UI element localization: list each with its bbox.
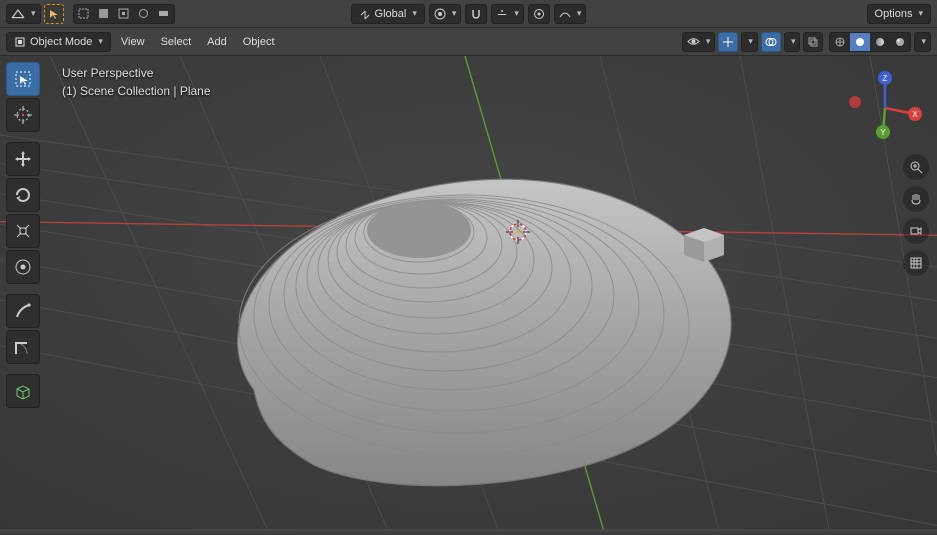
navigation-gizmo[interactable]: X Z Y — [845, 68, 925, 148]
add-cube-tool[interactable] — [6, 374, 40, 408]
select-tweak-icon[interactable] — [44, 4, 64, 24]
visibility-dropdown[interactable]: ▾ — [682, 32, 716, 52]
menu-object[interactable]: Object — [237, 33, 281, 51]
chevron-down-icon: ▾ — [98, 36, 103, 47]
transform-orientation-dropdown[interactable]: Global ▾ — [351, 4, 425, 24]
seg-1[interactable] — [74, 5, 94, 23]
rotate-tool[interactable] — [6, 178, 40, 212]
shading-dropdown[interactable]: ▾ — [914, 32, 931, 52]
chevron-down-icon: ▾ — [918, 8, 923, 19]
proportional-toggle[interactable] — [528, 4, 550, 24]
axis-z-label: Z — [883, 74, 888, 83]
proportional-dropdown[interactable]: ▾ — [554, 4, 587, 24]
transform-tool[interactable] — [6, 250, 40, 284]
shading-mode-group — [829, 32, 911, 52]
scale-tool[interactable] — [6, 214, 40, 248]
object-mode-icon — [14, 36, 26, 48]
select-box-tool[interactable] — [6, 62, 40, 96]
pivot-dropdown[interactable]: ▾ — [429, 4, 462, 24]
overlay-line-1: User Perspective — [62, 66, 211, 80]
chevron-down-icon: ▾ — [706, 36, 711, 47]
viewport-3d[interactable]: User Perspective (1) Scene Collection | … — [0, 56, 937, 535]
annotate-tool[interactable] — [6, 294, 40, 328]
shading-material[interactable] — [870, 33, 890, 51]
snap-dropdown[interactable]: ▾ — [491, 4, 524, 24]
viewport-rightside-controls — [903, 154, 929, 276]
toolbar-left — [6, 62, 40, 408]
axis-y-label: Y — [880, 128, 886, 137]
measure-tool[interactable] — [6, 330, 40, 364]
move-tool[interactable] — [6, 142, 40, 176]
options-label: Options — [875, 8, 913, 20]
grid-floor — [0, 56, 937, 535]
select-mode-group — [73, 4, 175, 24]
chevron-down-icon: ▾ — [577, 8, 582, 19]
overlay-line-2: (1) Scene Collection | Plane — [62, 84, 211, 98]
shading-rendered[interactable] — [890, 33, 910, 51]
seg-5[interactable] — [154, 5, 174, 23]
shading-wireframe[interactable] — [830, 33, 850, 51]
chevron-down-icon: ▾ — [31, 8, 36, 19]
seg-2[interactable] — [94, 5, 114, 23]
camera-view-icon[interactable] — [903, 218, 929, 244]
cursor-tool[interactable] — [6, 98, 40, 132]
chevron-down-icon: ▾ — [791, 36, 796, 47]
zoom-icon[interactable] — [903, 154, 929, 180]
options-dropdown[interactable]: Options ▾ — [867, 4, 931, 24]
perspective-toggle-icon[interactable] — [903, 250, 929, 276]
mode-dropdown[interactable]: Object Mode ▾ — [6, 32, 111, 52]
editor-type-dropdown[interactable]: ▾ — [6, 4, 41, 24]
chevron-down-icon: ▾ — [748, 36, 753, 47]
chevron-down-icon: ▾ — [452, 8, 457, 19]
menu-add[interactable]: Add — [201, 33, 233, 51]
viewport-header-top: ▾ Global ▾ ▾ ▾ — [0, 0, 937, 28]
mode-label: Object Mode — [30, 36, 92, 48]
viewport-menubar: Object Mode ▾ View Select Add Object ▾ ▾… — [0, 28, 937, 56]
overlay-dropdown[interactable]: ▾ — [784, 32, 801, 52]
menu-view[interactable]: View — [115, 33, 151, 51]
overlay-toggle[interactable] — [761, 32, 781, 52]
orientation-label: Global — [375, 8, 407, 20]
chevron-down-icon: ▾ — [921, 36, 926, 47]
pan-icon[interactable] — [903, 186, 929, 212]
gizmo-toggle[interactable] — [718, 32, 738, 52]
shading-solid[interactable] — [850, 33, 870, 51]
seg-3[interactable] — [114, 5, 134, 23]
statusbar-strip — [0, 529, 937, 535]
snap-toggle[interactable] — [465, 4, 487, 24]
eye-icon — [687, 35, 700, 48]
chevron-down-icon: ▾ — [412, 8, 417, 19]
axis-x-label: X — [912, 110, 918, 119]
gizmo-dropdown[interactable]: ▾ — [741, 32, 758, 52]
viewport-overlay-text: User Perspective (1) Scene Collection | … — [62, 66, 211, 98]
menu-select[interactable]: Select — [155, 33, 198, 51]
orientation-icon — [359, 8, 371, 20]
xray-toggle[interactable] — [803, 32, 823, 52]
seg-4[interactable] — [134, 5, 154, 23]
chevron-down-icon: ▾ — [514, 8, 519, 19]
